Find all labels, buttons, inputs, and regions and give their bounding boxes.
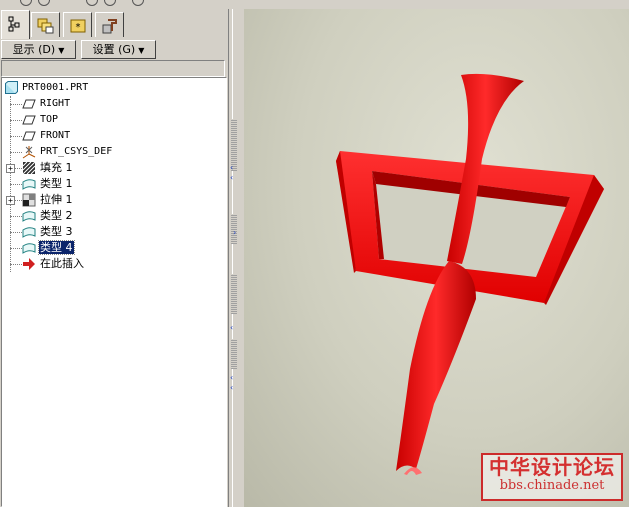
favorites-icon: * xyxy=(70,19,86,33)
tree-item-label: FRONT xyxy=(40,130,71,141)
surface-icon xyxy=(22,177,36,191)
tree-item-label: PRT_CSYS_DEF xyxy=(40,146,113,157)
collapse-left-arrow-icon[interactable]: ‹ xyxy=(230,384,233,392)
tree-item-csys[interactable]: PRT_CSYS_DEF xyxy=(22,144,113,160)
tab-folder-browser[interactable] xyxy=(31,12,60,37)
watermark: 中华设计论坛 bbs.chinade.net xyxy=(481,453,623,501)
tab-model-tree[interactable] xyxy=(1,10,30,39)
datum-plane-icon xyxy=(22,113,36,127)
datum-plane-icon xyxy=(22,97,36,111)
folder-browser-icon xyxy=(37,18,54,34)
csys-icon xyxy=(22,145,36,159)
toolbar-button-icon[interactable] xyxy=(20,0,32,6)
red-3d-model[interactable] xyxy=(244,9,629,507)
datum-plane-icon xyxy=(22,129,36,143)
tab-connections[interactable] xyxy=(95,12,124,37)
svg-text:*: * xyxy=(76,22,81,33)
surface-icon xyxy=(22,209,36,223)
tree-item-extrude-1[interactable]: 拉伸 1 xyxy=(22,192,74,208)
watermark-title: 中华设计论坛 xyxy=(489,455,615,479)
tree-item-root[interactable]: PRT0001.PRT xyxy=(4,80,89,96)
dropdown-arrow-icon: ▼ xyxy=(58,46,65,55)
navigator-menubar: 显示 (D) ▼ 设置 (G) ▼ xyxy=(0,39,228,59)
dropdown-arrow-icon: ▼ xyxy=(138,46,145,55)
model-tree: PRT0001.PRT RIGHT TOP FRONT PRT_CSYS_DEF… xyxy=(1,77,227,507)
tab-favorites[interactable]: * xyxy=(63,12,92,37)
tree-item-label: RIGHT xyxy=(40,98,71,109)
tree-item-label: 类型 1 xyxy=(40,177,73,190)
settings-menu-button[interactable]: 设置 (G) ▼ xyxy=(81,40,156,59)
collapse-left-arrow-icon[interactable]: ‹ xyxy=(230,174,233,182)
navigator-panel: * 显示 (D) ▼ 设置 (G) ▼ PRT0001.PRT RIGHT TO… xyxy=(0,9,228,507)
tree-item-fill-1[interactable]: 填充 1 xyxy=(22,160,74,176)
settings-menu-label: 设置 (G) xyxy=(92,43,136,56)
toolbar-button-icon[interactable] xyxy=(104,0,116,6)
tree-item-right[interactable]: RIGHT xyxy=(22,96,71,112)
part-icon xyxy=(4,81,18,95)
expand-right-arrow-icon[interactable]: › xyxy=(233,229,236,237)
extrude-icon xyxy=(22,193,36,207)
tree-item-label: 类型 4 xyxy=(38,240,75,255)
toolbar-button-icon[interactable] xyxy=(86,0,98,6)
watermark-url: bbs.chinade.net xyxy=(499,478,605,493)
model-tree-icon xyxy=(8,16,20,32)
collapse-left-arrow-icon[interactable]: ‹ xyxy=(230,324,233,332)
tree-item-front[interactable]: FRONT xyxy=(22,128,71,144)
surface-icon xyxy=(22,241,36,255)
expand-toggle-icon[interactable]: + xyxy=(6,196,15,205)
tree-item-label: PRT0001.PRT xyxy=(22,82,89,93)
surface-icon xyxy=(22,225,36,239)
graphics-viewport[interactable]: 中华设计论坛 bbs.chinade.net xyxy=(244,9,629,507)
tree-item-label: 在此插入 xyxy=(40,257,84,270)
insert-here-arrow-icon xyxy=(22,257,36,271)
display-menu-button[interactable]: 显示 (D) ▼ xyxy=(1,40,76,59)
collapse-left-arrow-icon[interactable]: ‹ xyxy=(230,374,233,382)
navigator-tabs: * xyxy=(0,10,228,39)
tree-item-label: 拉伸 1 xyxy=(40,193,73,206)
tree-item-label: 类型 3 xyxy=(40,225,73,238)
tree-item-label: 填充 1 xyxy=(40,161,73,174)
display-menu-label: 显示 (D) xyxy=(12,43,56,56)
collapse-left-arrow-icon[interactable]: ‹ xyxy=(230,164,233,172)
panel-splitter[interactable]: ‹ ‹ › ‹ ‹ ‹ xyxy=(228,9,244,507)
toolbar-button-icon[interactable] xyxy=(132,0,144,6)
tree-item-type-2[interactable]: 类型 2 xyxy=(22,208,74,224)
tree-item-label: TOP xyxy=(40,114,59,125)
tree-item-insert-here[interactable]: 在此插入 xyxy=(22,256,85,272)
fill-icon xyxy=(22,161,36,175)
connections-icon xyxy=(102,19,117,34)
tree-item-type-4[interactable]: 类型 4 xyxy=(22,240,75,256)
tree-item-type-1[interactable]: 类型 1 xyxy=(22,176,74,192)
tree-item-label: 类型 2 xyxy=(40,209,73,222)
expand-toggle-icon[interactable]: + xyxy=(6,164,15,173)
tree-item-top[interactable]: TOP xyxy=(22,112,59,128)
filter-field[interactable] xyxy=(1,60,225,77)
toolbar-button-icon[interactable] xyxy=(38,0,50,6)
tree-item-type-3[interactable]: 类型 3 xyxy=(22,224,74,240)
